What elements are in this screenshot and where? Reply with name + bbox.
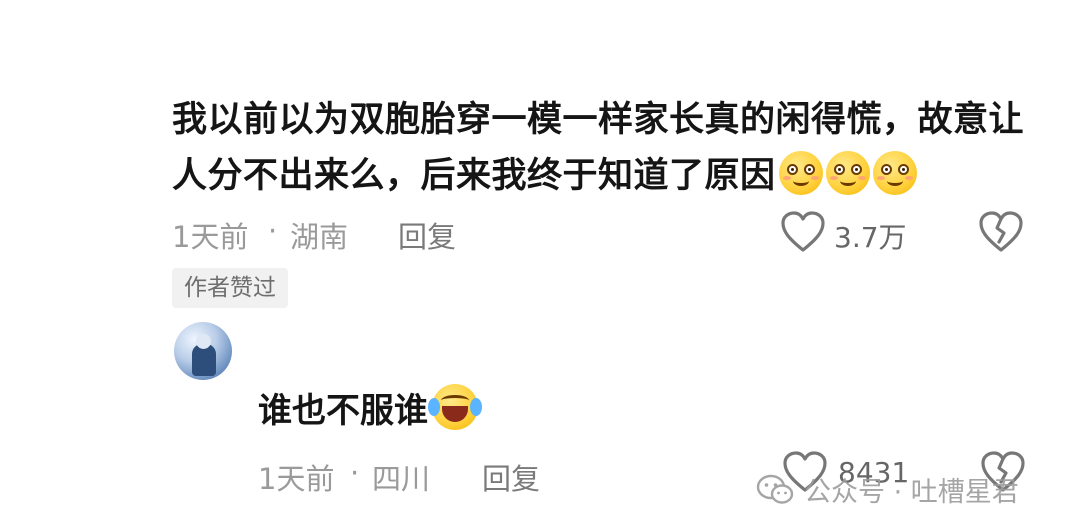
watermark: 公众号 · 吐槽星君 [756,470,1019,509]
reply-time: 1天前 [258,462,335,496]
comment-like-count: 3.7万 [834,221,907,254]
laughing-tears-icon [428,384,482,430]
comment-time: 1天前 [172,220,249,254]
avatar[interactable] [174,322,232,380]
blushing-smile-icon [778,151,823,195]
comment-separator: · [268,214,278,248]
heart-outline-icon [781,211,825,252]
comment-like-button[interactable] [780,210,826,254]
reply-location: 四川 [372,462,431,496]
reply-body: 谁也不服谁 [258,391,428,431]
reply-text: 谁也不服谁 [258,384,482,437]
wechat-icon [756,474,794,504]
comment-dislike-button[interactable] [978,210,1024,254]
reply-reply-button[interactable]: 回复 [482,456,540,498]
blushing-smile-icon [825,151,870,195]
comment-location: 湖南 [290,220,349,254]
author-liked-badge: 作者赞过 [172,268,288,308]
blushing-smile-icon [872,151,917,195]
comment-reply-button[interactable]: 回复 [398,214,456,256]
watermark-text: 公众号 · 吐槽星君 [804,477,1019,508]
reply-separator: · [350,456,360,490]
broken-heart-icon [979,211,1023,252]
comment-text: 我以前以为双胞胎穿一模一样家长真的闲得慌，故意让人分不出来么，后来我终于知道了原… [172,92,1052,204]
